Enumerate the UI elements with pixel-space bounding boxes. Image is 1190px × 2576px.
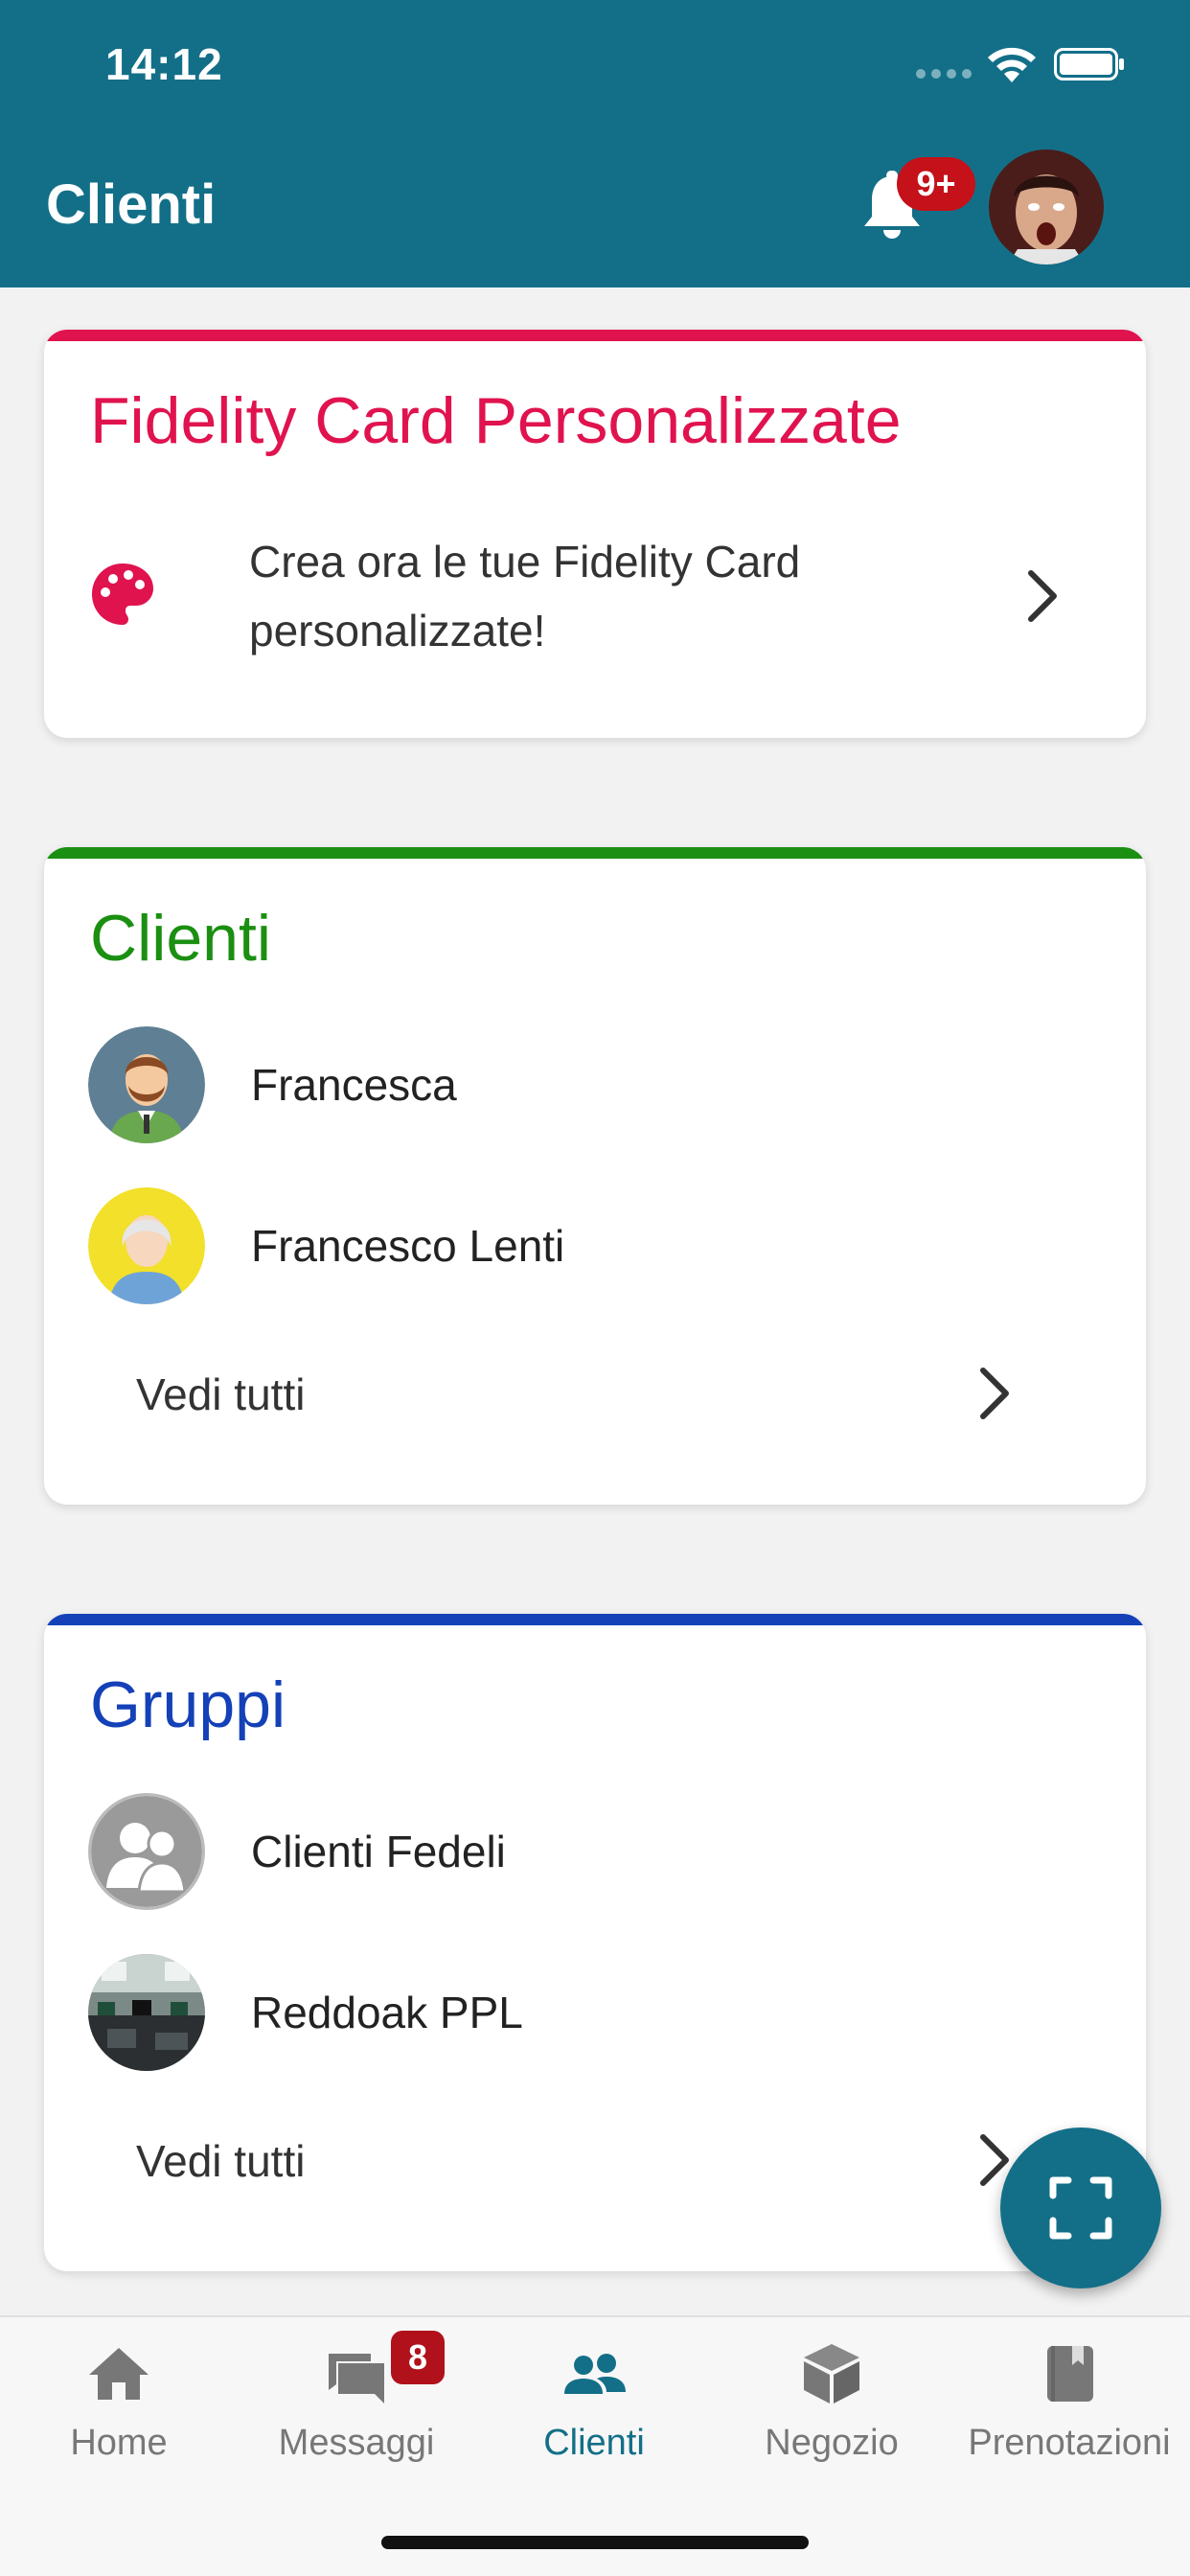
people-icon <box>564 2354 626 2394</box>
tab-shop[interactable]: Negozio <box>713 2317 950 2509</box>
scan-fab-button[interactable] <box>1000 2128 1161 2288</box>
home-icon <box>89 2348 149 2400</box>
group-avatar <box>88 1793 205 1910</box>
see-all-label: Vedi tutti <box>136 2136 306 2186</box>
book-icon <box>1047 2346 1093 2402</box>
card-accent-bar <box>44 330 1146 341</box>
tab-label: Clienti <box>543 2423 645 2463</box>
tab-label: Messaggi <box>278 2423 435 2463</box>
fidelity-card-title: Fidelity Card Personalizzate <box>90 384 902 457</box>
box-icon <box>804 2344 859 2404</box>
group-row[interactable]: Reddoak PPL <box>44 1953 1146 2072</box>
group-name: Clienti Fedeli <box>251 1827 506 1876</box>
app-header: 14:12 Clienti 9+ <box>0 0 1190 288</box>
fidelity-card[interactable]: Fidelity Card Personalizzate Crea ora le… <box>44 330 1146 738</box>
page-title: Clienti <box>46 173 217 236</box>
tab-label: Home <box>70 2423 168 2463</box>
see-all-groups[interactable]: Vedi tutti <box>44 2106 1146 2212</box>
client-avatar <box>88 1187 205 1304</box>
see-all-label: Vedi tutti <box>136 1369 306 1419</box>
group-name: Reddoak PPL <box>251 1988 523 2037</box>
card-accent-bar <box>44 1614 1146 1625</box>
client-row[interactable]: Francesco Lenti <box>44 1186 1146 1305</box>
groups-card: Gruppi Clienti Fedeli Reddoak PPL Vedi t… <box>44 1614 1146 2271</box>
client-row[interactable]: Francesca <box>44 1025 1146 1144</box>
chevron-right-icon <box>980 1368 1009 1419</box>
group-row[interactable]: Clienti Fedeli <box>44 1792 1146 1911</box>
user-avatar[interactable] <box>989 150 1104 264</box>
description-line: Crea ora le tue Fidelity Card <box>249 537 801 586</box>
battery-icon <box>1054 48 1124 80</box>
messages-icon <box>329 2354 384 2404</box>
client-name: Francesco Lenti <box>251 1221 565 1271</box>
palette-icon <box>92 564 153 625</box>
see-all-clients[interactable]: Vedi tutti <box>44 1340 1146 1445</box>
tab-label: Negozio <box>765 2423 899 2463</box>
tab-home[interactable]: Home <box>0 2317 238 2509</box>
description-line: personalizzate! <box>249 606 546 656</box>
tab-label: Prenotazioni <box>968 2423 1171 2463</box>
tab-clients[interactable]: Clienti <box>475 2317 713 2509</box>
home-indicator <box>381 2536 809 2549</box>
clients-card: Clienti Francesca Francesco Lenti Vedi t… <box>44 847 1146 1505</box>
tab-messages[interactable]: 8 Messaggi <box>238 2317 475 2509</box>
card-accent-bar <box>44 847 1146 859</box>
messages-badge: 8 <box>391 2331 445 2384</box>
status-time: 14:12 <box>105 39 223 89</box>
notification-badge: 9+ <box>897 157 975 211</box>
cellular-signal-icon <box>916 69 972 79</box>
scan-frame-icon <box>1049 2176 1112 2240</box>
clients-card-title: Clienti <box>90 902 271 975</box>
client-avatar <box>88 1026 205 1143</box>
fidelity-card-description: Crea ora le tue Fidelity Card personaliz… <box>249 527 800 665</box>
wifi-icon <box>988 47 1036 82</box>
chevron-right-icon[interactable] <box>1023 567 1062 625</box>
group-avatar <box>88 1954 205 2071</box>
groups-card-title: Gruppi <box>90 1668 286 1741</box>
tab-bookings[interactable]: Prenotazioni <box>950 2317 1188 2509</box>
client-name: Francesca <box>251 1060 457 1110</box>
